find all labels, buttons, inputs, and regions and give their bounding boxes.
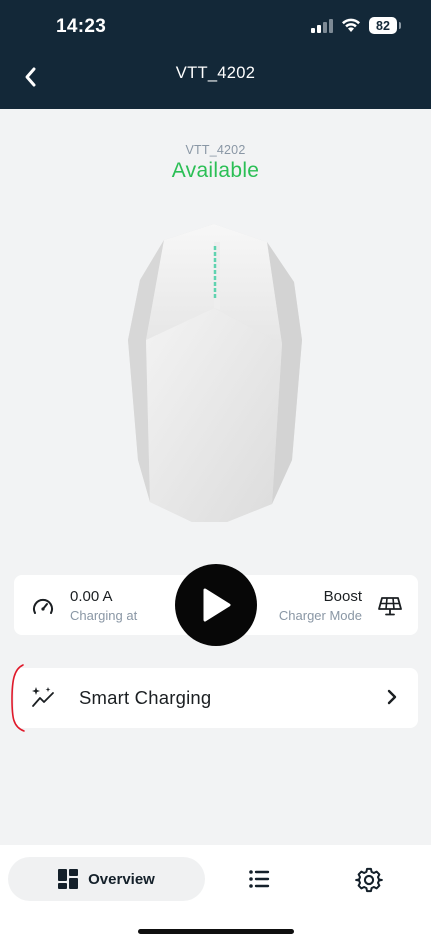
annotation-bracket	[11, 664, 25, 732]
tab-overview-label: Overview	[88, 870, 155, 888]
speedometer-icon	[33, 598, 53, 614]
signal-icon	[311, 18, 333, 33]
gear-icon	[355, 867, 383, 893]
page-title: VTT_4202	[175, 64, 256, 82]
battery-icon: 82	[369, 17, 401, 34]
status-time: 14:23	[56, 16, 107, 37]
status-icons: 82	[311, 17, 401, 34]
play-icon	[203, 588, 231, 622]
dashboard-grid-icon	[58, 869, 79, 889]
solar-panel-icon	[378, 596, 402, 615]
bottom-navigation: Overview	[0, 845, 431, 938]
tab-list[interactable]	[245, 867, 273, 891]
charger-id: VTT_4202	[185, 143, 246, 157]
sparkle-chart-icon	[32, 687, 54, 707]
home-indicator	[138, 929, 294, 934]
current-value: 0.00 A	[70, 588, 113, 605]
charger-status: Available	[171, 159, 260, 182]
charger-mode[interactable]: Boost Charger Mode	[279, 587, 402, 624]
app-header: 14:23 82 VTT_4202	[0, 0, 431, 109]
tab-overview[interactable]: Overview	[8, 857, 205, 901]
charging-current: 0.00 A Charging at	[32, 587, 137, 624]
smart-charging-label: Smart Charging	[79, 687, 212, 708]
tab-settings[interactable]	[355, 866, 383, 894]
start-charging-button[interactable]	[175, 564, 257, 646]
mode-label: Charger Mode	[278, 608, 362, 623]
chevron-right-icon	[387, 689, 397, 705]
smart-charging-row[interactable]: Smart Charging	[14, 668, 418, 728]
charger-image	[128, 224, 302, 522]
list-icon	[249, 870, 270, 888]
current-label: Charging at	[70, 608, 138, 623]
wifi-icon	[342, 18, 360, 32]
mode-value: Boost	[323, 588, 362, 605]
